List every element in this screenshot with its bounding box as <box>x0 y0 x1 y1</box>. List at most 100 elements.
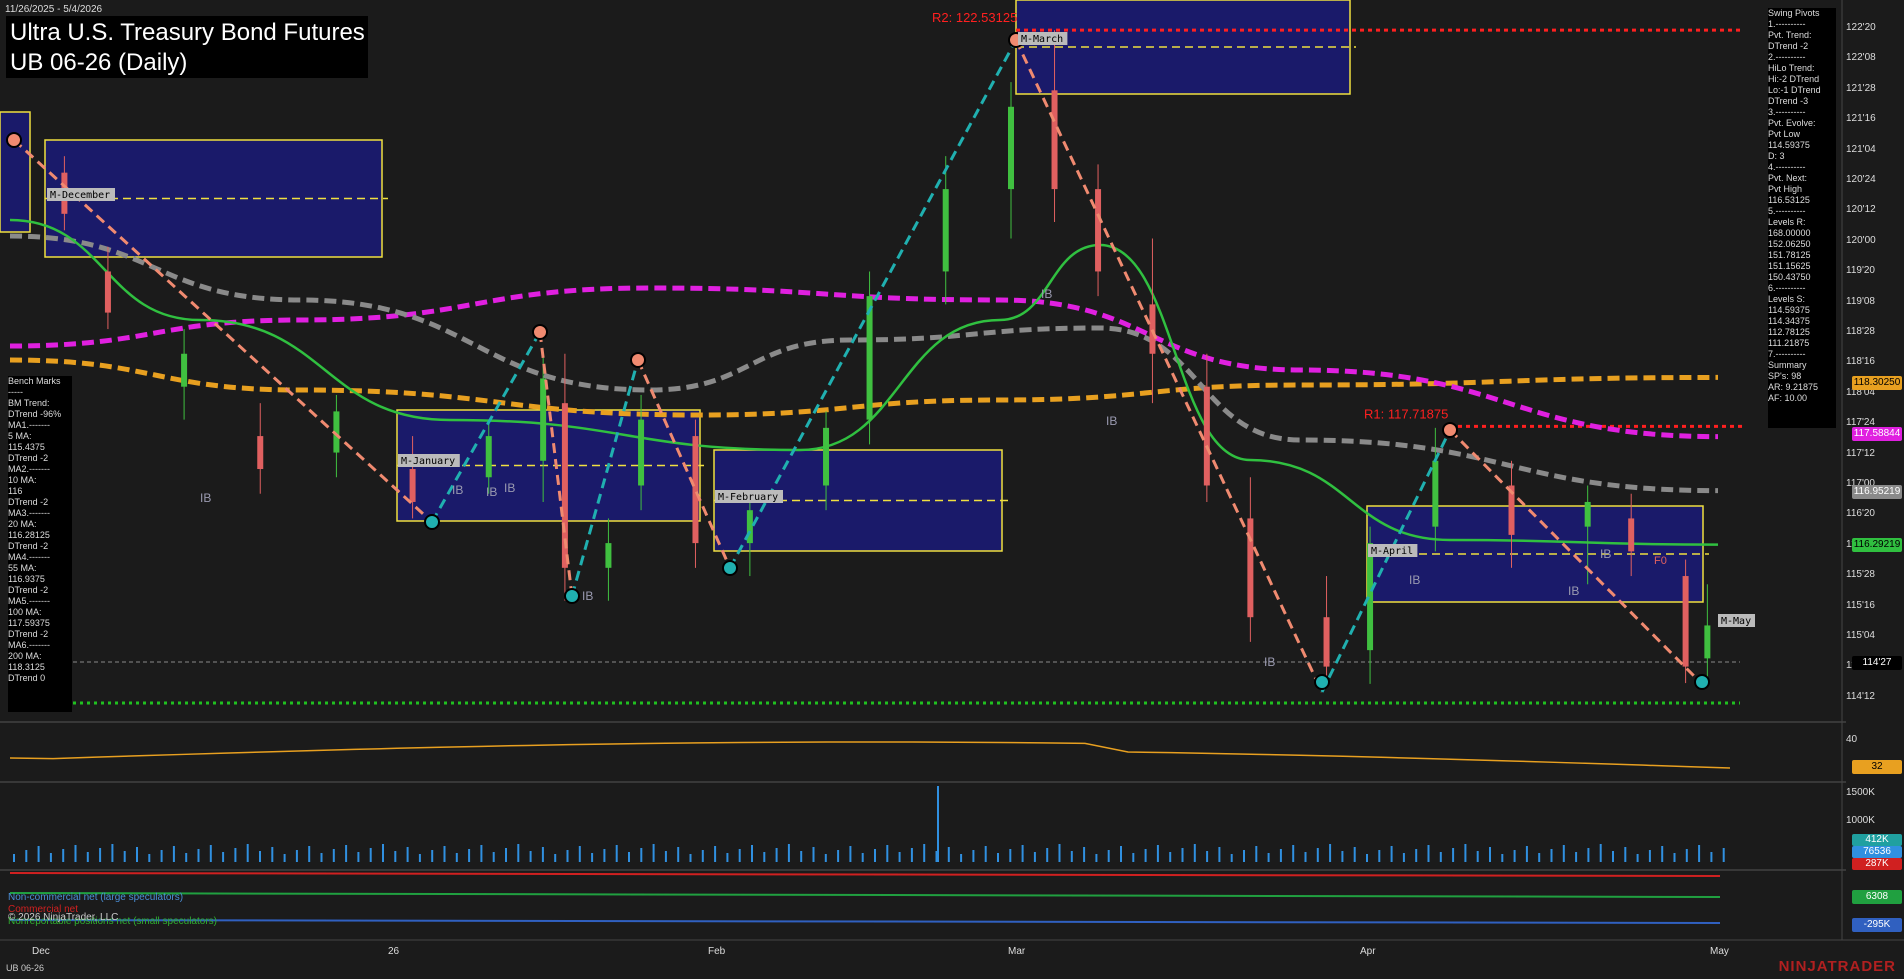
bench-mark-line: 116.28125 <box>8 530 50 540</box>
volume-tag: 412K <box>1852 834 1902 846</box>
price-tick-label: 121'04 <box>1846 143 1876 155</box>
copyright: © 2026 NinjaTrader, LLC <box>8 912 119 923</box>
oscillator-line <box>9 741 1731 769</box>
swing-pivot-line: 7.---------- <box>1768 349 1806 359</box>
swing-pivot-line: AF: 10.00 <box>1768 393 1808 403</box>
price-tick-label: 121'16 <box>1846 113 1876 125</box>
swing-pivot-line: Pvt. Trend: <box>1768 30 1812 40</box>
swing-pivot <box>722 560 738 576</box>
swing-pivot-line: 2.---------- <box>1768 52 1806 62</box>
bench-mark-line: ----- <box>8 387 23 397</box>
swing-pivot-line: Pvt High <box>1768 184 1803 194</box>
ib-marker: IB <box>1106 414 1117 428</box>
price-tick-label: 120'12 <box>1846 204 1876 216</box>
price-tag: 117.58844 <box>1852 427 1902 441</box>
bench-mark-line: Bench Marks <box>8 376 61 386</box>
swing-pivot-line: Pvt. Evolve: <box>1768 118 1816 128</box>
candle-body <box>409 469 416 502</box>
price-tick-label: 116'20 <box>1846 508 1875 520</box>
month-label: M-March <box>1021 34 1063 45</box>
chart-title-box: Ultra U.S. Treasury Bond Futures UB 06-2… <box>6 16 368 78</box>
volume-tick-label: 1000K <box>1846 815 1875 826</box>
month-box <box>1015 0 1351 95</box>
month-label: M-December <box>50 190 110 201</box>
swing-pivot-line: Lo:-1 DTrend <box>1768 85 1821 95</box>
bench-mark-line: MA5.------- <box>8 596 50 606</box>
ma-line-100ma <box>9 285 1719 440</box>
candle-body <box>1203 386 1210 486</box>
bench-mark-line: MA2.------- <box>8 464 50 474</box>
resistance-label: R2: 122.53125 <box>932 10 1017 25</box>
ib-marker: IB <box>1600 547 1611 561</box>
swing-pivot-line: SP's: 98 <box>1768 371 1802 381</box>
price-tag: 116.95219 <box>1852 485 1902 499</box>
chart-title: Ultra U.S. Treasury Bond Futures <box>10 19 365 46</box>
swing-pivot-line: 111.21875 <box>1768 338 1810 348</box>
candle-body <box>181 353 188 387</box>
swing-pivot <box>564 588 580 604</box>
swing-pivot-line: Hi:-2 DTrend <box>1768 74 1820 84</box>
swing-pivot-line: 114.59375 <box>1768 140 1810 150</box>
candle-body <box>540 378 547 461</box>
swing-pivot-line: 5.---------- <box>1768 206 1806 216</box>
price-tick-label: 115'28 <box>1846 569 1875 581</box>
price-tick-label: 114'12 <box>1846 690 1875 702</box>
swing-pivot-line: 3.---------- <box>1768 107 1806 117</box>
small-spec-line <box>9 892 1721 898</box>
ib-marker: IB <box>582 589 593 603</box>
time-tick-label: May <box>1710 946 1729 957</box>
candle-body <box>104 271 111 313</box>
time-tick-label: Feb <box>708 946 726 957</box>
swing-pivot-line: 168.00000 <box>1768 228 1811 238</box>
candle-body <box>257 436 264 470</box>
candle-body <box>1095 189 1102 272</box>
ib-marker: IB <box>1409 573 1420 587</box>
month-box <box>0 111 31 233</box>
swing-pivot-line: 1.---------- <box>1768 19 1806 29</box>
bench-mark-line: 115.4375 <box>8 442 45 452</box>
cot-tag: 6308 <box>1852 890 1902 904</box>
bench-mark-line: MA3.------- <box>8 508 50 518</box>
price-tag: 116.29219 <box>1852 538 1902 552</box>
monthly-range-boxes <box>0 0 1709 603</box>
price-tag: 114'27 <box>1852 656 1902 670</box>
ib-marker: IB <box>486 485 497 499</box>
price-tick-label: 120'24 <box>1846 174 1876 185</box>
swing-pivots-panel: Swing Pivots 1.---------- Pvt. Trend: DTren… <box>1768 8 1836 428</box>
time-tick-label: Mar <box>1008 946 1026 957</box>
cot-tag: -295K <box>1852 918 1902 932</box>
time-tick-label: 26 <box>388 946 400 957</box>
price-tick-label: 119'20 <box>1846 265 1875 277</box>
swing-pivot <box>1694 674 1710 690</box>
candle-body <box>1008 106 1015 190</box>
ib-marker: IB <box>1568 584 1579 598</box>
ib-marker: IB <box>504 481 515 495</box>
swing-pivot-line: DTrend -2 <box>1768 41 1809 51</box>
bench-mark-line: 55 MA: <box>8 563 37 573</box>
ib-marker: IB <box>1041 287 1052 301</box>
swing-pivot <box>1442 422 1458 438</box>
swing-line <box>1014 39 1324 693</box>
bench-mark-line: BM Trend: <box>8 398 50 408</box>
swing-pivot-line: Swing Pivots <box>1768 8 1820 18</box>
ib-marker: IB <box>200 491 211 505</box>
price-chart[interactable]: R2: 122.53125 R1: 117.71875 M-December M-Ja… <box>0 0 1904 979</box>
swing-pivot-line: 151.78125 <box>1768 250 1811 260</box>
swing-pivot-line: Levels R: <box>1768 217 1806 227</box>
volume-tick-label: 1500K <box>1846 787 1875 798</box>
candle-body <box>1682 576 1689 667</box>
bench-mark-line: 100 MA: <box>8 607 42 617</box>
bench-mark-line: DTrend -2 <box>8 629 49 639</box>
month-label: M-February <box>718 492 778 503</box>
swing-pivot-line: 6.---------- <box>1768 283 1806 293</box>
candle-body <box>1432 460 1439 527</box>
price-tag: 118.30250 <box>1852 376 1902 390</box>
candle-body <box>1323 617 1330 667</box>
swing-pivot-line: HiLo Trend: <box>1768 63 1815 73</box>
price-tick-label: 120'00 <box>1846 234 1876 246</box>
bench-mark-line: DTrend -2 <box>8 453 49 463</box>
swing-pivot-line: 4.---------- <box>1768 162 1806 172</box>
candle-body <box>823 427 830 486</box>
price-tick-label: 118'16 <box>1846 356 1875 368</box>
swing-pivot-line: D: 3 <box>1768 151 1785 161</box>
